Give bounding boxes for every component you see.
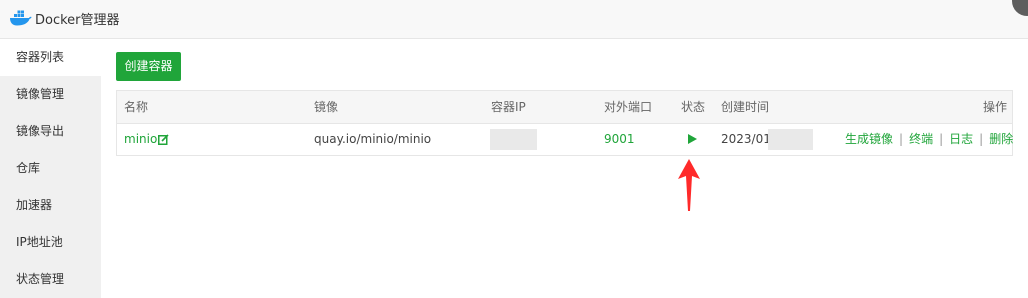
- row-actions: 生成镜像 | 终端 | 日志 | 删除: [845, 124, 1013, 155]
- redacted-time: [768, 129, 813, 150]
- separator: |: [939, 132, 944, 146]
- column-header-port: 对外端口: [604, 100, 653, 114]
- column-header-status: 状态: [681, 100, 706, 114]
- sidebar-item-repository[interactable]: 仓库: [0, 150, 101, 187]
- sidebar-item-accelerator[interactable]: 加速器: [0, 187, 101, 224]
- container-table: 名称 镜像 容器IP 对外端口 状态 创建时间 操作 minio quay.io…: [116, 90, 1013, 156]
- sidebar-item-container-list[interactable]: 容器列表: [0, 39, 101, 76]
- container-created: 2023/01/: [721, 132, 775, 146]
- sidebar-item-label: 加速器: [16, 198, 53, 212]
- docker-whale-icon: [10, 10, 32, 26]
- column-header-image: 镜像: [314, 100, 339, 114]
- play-icon[interactable]: [688, 134, 697, 144]
- sidebar-item-image-export[interactable]: 镜像导出: [0, 113, 101, 150]
- edit-icon[interactable]: [158, 134, 169, 145]
- container-image: quay.io/minio/minio: [314, 132, 432, 146]
- table-row: minio quay.io/minio/minio 9001 2023/01/ …: [117, 124, 1013, 155]
- redacted-ip: [490, 129, 537, 150]
- title-bar: Docker管理器: [0, 0, 1028, 39]
- generate-image-link[interactable]: 生成镜像: [845, 132, 893, 146]
- container-port: 9001: [604, 132, 635, 146]
- annotation-arrow-icon: [678, 159, 700, 211]
- sidebar-item-label: 镜像管理: [16, 87, 65, 101]
- column-header-created: 创建时间: [721, 100, 770, 114]
- sidebar-item-label: IP地址池: [16, 235, 63, 249]
- terminal-link[interactable]: 终端: [909, 132, 933, 146]
- column-header-name: 名称: [124, 100, 149, 114]
- sidebar-item-image-management[interactable]: 镜像管理: [0, 76, 101, 113]
- column-header-ops: 操作: [983, 100, 1008, 114]
- sidebar: 容器列表 镜像管理 镜像导出 仓库 加速器 IP地址池 状态管理: [0, 39, 101, 298]
- window-title: Docker管理器: [35, 13, 120, 28]
- sidebar-item-label: 镜像导出: [16, 124, 65, 138]
- sidebar-item-label: 状态管理: [16, 272, 65, 286]
- sidebar-item-ip-pool[interactable]: IP地址池: [0, 224, 101, 261]
- sidebar-item-label: 容器列表: [16, 50, 65, 64]
- sidebar-item-label: 仓库: [16, 161, 41, 175]
- container-name-link[interactable]: minio: [124, 124, 157, 155]
- sidebar-item-status-management[interactable]: 状态管理: [0, 261, 101, 298]
- close-button[interactable]: [1012, 0, 1028, 16]
- separator: |: [899, 132, 904, 146]
- separator: |: [979, 132, 984, 146]
- logs-link[interactable]: 日志: [949, 132, 973, 146]
- delete-link[interactable]: 删除: [989, 132, 1013, 146]
- table-header: 名称 镜像 容器IP 对外端口 状态 创建时间 操作: [117, 91, 1012, 124]
- create-container-button[interactable]: 创建容器: [116, 52, 181, 81]
- column-header-ip: 容器IP: [491, 100, 526, 114]
